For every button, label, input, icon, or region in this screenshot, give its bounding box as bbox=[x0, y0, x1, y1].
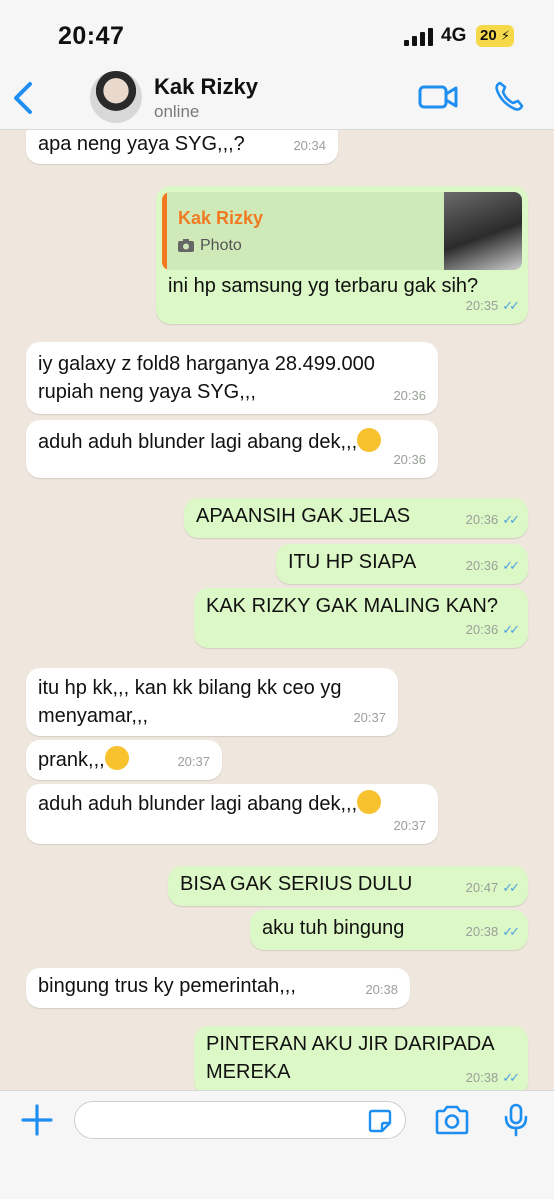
camera-icon[interactable] bbox=[434, 1105, 470, 1135]
microphone-icon[interactable] bbox=[504, 1103, 528, 1137]
message-time: 20:47 bbox=[465, 880, 499, 895]
battery-icon: 20 ⚡ bbox=[476, 25, 514, 47]
sticker-icon[interactable] bbox=[368, 1109, 392, 1133]
message-incoming[interactable]: iy galaxy z fold8 harganya 28.499.000 ru… bbox=[26, 342, 438, 414]
chat-area[interactable]: apa neng yaya SYG,,,? 20:34 Kak Rizky Ph… bbox=[0, 130, 554, 1090]
quote-type-label: Photo bbox=[200, 237, 242, 254]
read-ticks-icon: ✓✓ bbox=[502, 512, 520, 527]
contact-name[interactable]: Kak Rizky bbox=[154, 74, 258, 100]
quote-type: Photo bbox=[178, 232, 242, 260]
message-time: 20:37 bbox=[177, 754, 210, 769]
chat-header: Kak Rizky online bbox=[0, 66, 554, 130]
read-ticks-icon: ✓✓ bbox=[502, 298, 520, 313]
message-incoming[interactable]: aduh aduh blunder lagi abang dek,,, 20:3… bbox=[26, 420, 438, 478]
message-text: aduh aduh blunder lagi abang dek,,, bbox=[38, 431, 358, 453]
message-time: 20:36 bbox=[393, 388, 426, 403]
message-meta: 20:47 ✓✓ bbox=[465, 874, 520, 902]
message-text: iy galaxy z fold8 harganya 28.499.000 ru… bbox=[38, 353, 375, 403]
message-text: apa neng yaya SYG,,,? bbox=[38, 133, 245, 155]
message-time: 20:34 bbox=[293, 138, 326, 153]
message-time: 20:36 bbox=[393, 452, 426, 467]
message-text: aduh aduh blunder lagi abang dek,,, bbox=[38, 793, 358, 815]
read-ticks-icon: ✓✓ bbox=[502, 622, 520, 637]
read-ticks-icon: ✓✓ bbox=[502, 1070, 520, 1085]
message-time: 20:38 bbox=[465, 1070, 499, 1085]
message-time: 20:37 bbox=[393, 818, 426, 833]
message-meta: 20:36 ✓✓ bbox=[465, 552, 520, 580]
rolling-laughing-emoji-icon bbox=[104, 746, 129, 770]
battery-level: 20 bbox=[480, 27, 497, 44]
video-camera-icon[interactable] bbox=[418, 84, 458, 110]
message-incoming[interactable]: apa neng yaya SYG,,,? 20:34 bbox=[26, 130, 338, 164]
charging-bolt-icon: ⚡ bbox=[500, 28, 510, 43]
network-label: 4G bbox=[441, 25, 467, 46]
phone-icon[interactable] bbox=[494, 80, 524, 112]
message-time: 20:35 bbox=[465, 298, 499, 313]
message-outgoing[interactable]: APAANSIH GAK JELAS 20:36 ✓✓ bbox=[184, 498, 528, 538]
message-time: 20:38 bbox=[465, 924, 499, 939]
message-meta: 20:36 ✓✓ bbox=[465, 506, 520, 534]
message-outgoing[interactable]: Kak Rizky Photo ini hp samsung yg terbar… bbox=[156, 186, 528, 324]
message-text: ini hp samsung yg terbaru gak sih? bbox=[168, 275, 479, 297]
rolling-laughing-emoji-icon bbox=[357, 428, 382, 452]
message-outgoing[interactable]: ITU HP SIAPA 20:36 ✓✓ bbox=[276, 544, 528, 584]
chevron-left-icon[interactable] bbox=[10, 80, 36, 116]
message-meta: 20:36 ✓✓ bbox=[465, 616, 520, 644]
quote-author: Kak Rizky bbox=[178, 208, 264, 228]
message-time: 20:37 bbox=[353, 710, 386, 725]
message-incoming[interactable]: itu hp kk,,, kan kk bilang kk ceo yg men… bbox=[26, 668, 398, 736]
quoted-message[interactable]: Kak Rizky Photo bbox=[162, 192, 522, 270]
message-time: 20:36 bbox=[465, 558, 499, 573]
message-time: 20:38 bbox=[365, 982, 398, 997]
signal-icon bbox=[404, 28, 433, 46]
status-time: 20:47 bbox=[58, 22, 125, 50]
message-time: 20:36 bbox=[465, 512, 499, 527]
message-time: 20:36 bbox=[465, 622, 499, 637]
read-ticks-icon: ✓✓ bbox=[502, 558, 520, 573]
message-outgoing[interactable]: aku tuh bingung 20:38 ✓✓ bbox=[250, 910, 528, 950]
status-bar: 20:47 4G 20 ⚡ bbox=[0, 0, 554, 66]
rolling-laughing-emoji-icon bbox=[357, 790, 382, 814]
message-text: itu hp kk,,, kan kk bilang kk ceo yg men… bbox=[38, 677, 342, 727]
message-meta: 20:38 ✓✓ bbox=[465, 918, 520, 946]
message-meta: 20:38 ✓✓ bbox=[465, 1064, 520, 1090]
photo-thumbnail[interactable] bbox=[444, 192, 522, 270]
read-ticks-icon: ✓✓ bbox=[502, 880, 520, 895]
message-input[interactable] bbox=[74, 1101, 406, 1139]
contact-status: online bbox=[154, 102, 200, 121]
composer-bar bbox=[0, 1090, 554, 1199]
avatar[interactable] bbox=[90, 71, 142, 123]
message-text: bingung trus ky pemerintah,,, bbox=[38, 975, 296, 997]
read-ticks-icon: ✓✓ bbox=[502, 924, 520, 939]
message-outgoing[interactable]: PINTERAN AKU JIR DARIPADA MEREKA 20:38 ✓✓ bbox=[194, 1026, 528, 1090]
camera-small-icon bbox=[178, 239, 194, 252]
message-incoming[interactable]: bingung trus ky pemerintah,,, 20:38 bbox=[26, 968, 410, 1008]
quote-accent-bar bbox=[162, 192, 167, 270]
message-outgoing[interactable]: KAK RIZKY GAK MALING KAN? 20:36 ✓✓ bbox=[194, 588, 528, 648]
message-text: prank,,, bbox=[38, 749, 105, 771]
message-incoming[interactable]: aduh aduh blunder lagi abang dek,,, 20:3… bbox=[26, 784, 438, 844]
message-incoming[interactable]: prank,,, 20:37 bbox=[26, 740, 222, 780]
message-outgoing[interactable]: BISA GAK SERIUS DULU 20:47 ✓✓ bbox=[168, 866, 528, 906]
message-meta: 20:35 ✓✓ bbox=[465, 292, 520, 320]
plus-icon[interactable] bbox=[20, 1103, 54, 1137]
